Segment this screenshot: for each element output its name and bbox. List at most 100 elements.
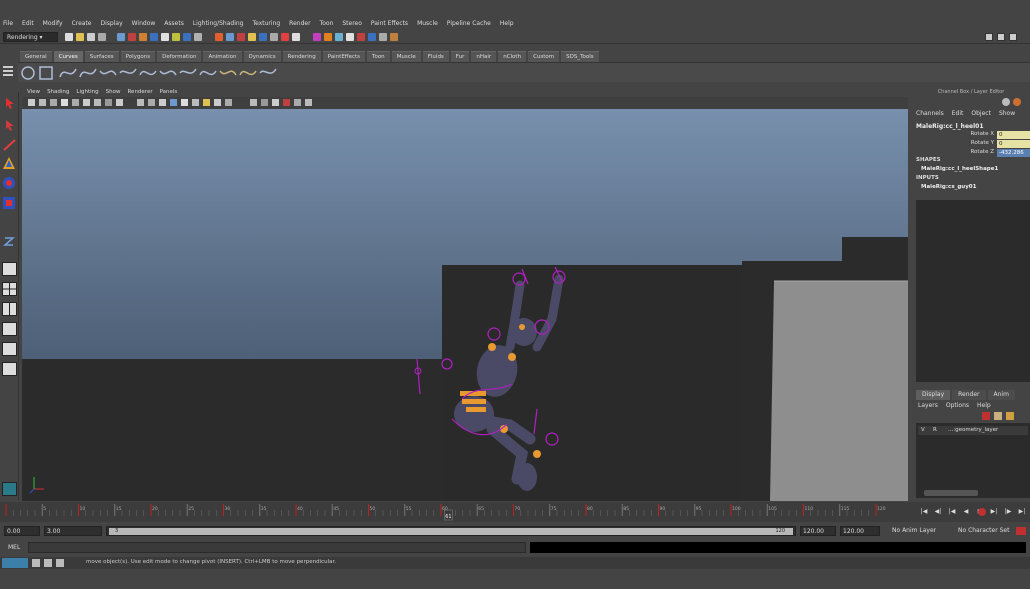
panel-tool-icon[interactable] bbox=[272, 99, 279, 106]
menu-paint-effects[interactable]: Paint Effects bbox=[371, 18, 408, 30]
status-tool-icon[interactable] bbox=[194, 33, 202, 41]
status-tool-icon[interactable] bbox=[292, 33, 300, 41]
layer-menu-options[interactable]: Options bbox=[946, 402, 969, 409]
playback-end-field[interactable]: 120.00 bbox=[800, 526, 836, 536]
attribute-value-field[interactable]: 0 bbox=[997, 140, 1030, 148]
close-icon[interactable] bbox=[56, 559, 64, 567]
channel-box-menu-object[interactable]: Object bbox=[971, 110, 991, 117]
menu-muscle[interactable]: Muscle bbox=[417, 18, 438, 30]
status-tool-icon[interactable] bbox=[150, 33, 158, 41]
shelf-tab-ncloth[interactable]: nCloth bbox=[498, 51, 527, 62]
last-tool-icon[interactable] bbox=[2, 234, 17, 248]
layout-graph-icon[interactable] bbox=[2, 342, 17, 356]
layer-options-icon[interactable] bbox=[1006, 412, 1014, 420]
status-tool-icon[interactable] bbox=[215, 33, 223, 41]
menu-modify[interactable]: Modify bbox=[43, 18, 63, 30]
menu-texturing[interactable]: Texturing bbox=[252, 18, 280, 30]
status-tool-icon[interactable] bbox=[346, 33, 354, 41]
start-time-field[interactable]: 0.00 bbox=[4, 526, 40, 536]
panel-tool-icon[interactable] bbox=[283, 99, 290, 106]
layer-tab-render[interactable]: Render bbox=[952, 390, 986, 400]
channel-box-menu-show[interactable]: Show bbox=[999, 110, 1015, 117]
layout-hypershade-icon[interactable] bbox=[2, 362, 17, 376]
menu-help[interactable]: Help bbox=[500, 18, 514, 30]
step-forward-frame-icon[interactable]: ▶| bbox=[988, 507, 1000, 517]
play-backward-icon[interactable]: ◀ bbox=[960, 507, 972, 517]
range-slider-bar[interactable]: 3 120 bbox=[109, 528, 793, 535]
panel-menu-show[interactable]: Show bbox=[106, 87, 121, 97]
shelf-tab-muscle[interactable]: Muscle bbox=[391, 51, 421, 62]
stop-icon[interactable] bbox=[978, 508, 986, 516]
channel-box-menu-edit[interactable]: Edit bbox=[952, 110, 964, 117]
status-tool-icon[interactable] bbox=[139, 33, 147, 41]
panel-tool-icon[interactable] bbox=[294, 99, 301, 106]
move-tool-icon[interactable] bbox=[2, 156, 17, 170]
panel-tool-icon[interactable] bbox=[305, 99, 312, 106]
layer-tab-anim[interactable]: Anim bbox=[987, 390, 1015, 400]
panel-tool-icon[interactable] bbox=[192, 99, 199, 106]
panel-menu-renderer[interactable]: Renderer bbox=[127, 87, 152, 97]
shelf-tab-painteffects[interactable]: PaintEffects bbox=[322, 51, 366, 62]
layer-visibility-toggle[interactable]: V bbox=[921, 426, 925, 435]
panel-menu-panels[interactable]: Panels bbox=[160, 87, 178, 97]
new-layer-selected-icon[interactable] bbox=[994, 412, 1002, 420]
panel-tool-icon[interactable] bbox=[94, 99, 101, 106]
status-tool-icon[interactable] bbox=[117, 33, 125, 41]
status-tool-icon[interactable] bbox=[248, 33, 256, 41]
panel-tool-icon[interactable] bbox=[116, 99, 123, 106]
status-tool-icon[interactable] bbox=[87, 33, 95, 41]
status-tool-icon[interactable] bbox=[259, 33, 267, 41]
shelf-tab-fluids[interactable]: Fluids bbox=[422, 51, 449, 62]
perspective-viewport[interactable] bbox=[22, 109, 908, 501]
range-slider[interactable]: 3 120 bbox=[106, 526, 796, 536]
panel-tool-icon[interactable] bbox=[39, 99, 46, 106]
shelf-tab-general[interactable]: General bbox=[20, 51, 52, 62]
anim-layer-select[interactable]: No Anim Layer bbox=[884, 526, 944, 536]
panel-menu-view[interactable]: View bbox=[27, 87, 40, 97]
menu-display[interactable]: Display bbox=[101, 18, 123, 30]
panel-tool-icon[interactable] bbox=[83, 99, 90, 106]
playback-start-field[interactable]: 3.00 bbox=[44, 526, 102, 536]
layout-outliner-icon[interactable] bbox=[2, 322, 17, 336]
panel-tool-icon[interactable] bbox=[214, 99, 221, 106]
lasso-tool-icon[interactable] bbox=[2, 118, 17, 132]
command-input[interactable] bbox=[28, 542, 526, 553]
status-tool-icon[interactable] bbox=[237, 33, 245, 41]
panel-menu-shading[interactable]: Shading bbox=[47, 87, 69, 97]
status-tool-icon[interactable] bbox=[183, 33, 191, 41]
status-tool-icon[interactable] bbox=[357, 33, 365, 41]
status-tool-icon[interactable] bbox=[65, 33, 73, 41]
status-tool-icon[interactable] bbox=[379, 33, 387, 41]
panel-tool-icon[interactable] bbox=[137, 99, 144, 106]
status-tool-icon[interactable] bbox=[368, 33, 376, 41]
select-tool-icon[interactable] bbox=[2, 96, 17, 110]
character-set-select[interactable]: No Character Set bbox=[952, 526, 1014, 536]
step-back-frame-icon[interactable]: |◀ bbox=[946, 507, 958, 517]
curve-tool-icons[interactable] bbox=[18, 63, 288, 83]
panel-tool-icon[interactable] bbox=[181, 99, 188, 106]
layer-reference-toggle[interactable]: R bbox=[933, 426, 937, 435]
status-tool-icon[interactable] bbox=[161, 33, 169, 41]
menu-render[interactable]: Render bbox=[289, 18, 310, 30]
panel-menu-lighting[interactable]: Lighting bbox=[76, 87, 98, 97]
shelf-tab-sds-tools[interactable]: SDS_Tools bbox=[561, 51, 599, 62]
attribute-value-field[interactable]: 0 bbox=[997, 131, 1030, 139]
status-tool-icon[interactable] bbox=[76, 33, 84, 41]
menu-toon[interactable]: Toon bbox=[320, 18, 334, 30]
menu-edit[interactable]: Edit bbox=[22, 18, 34, 30]
layer-editor-mode-icon[interactable] bbox=[1013, 98, 1021, 106]
go-to-start-icon[interactable]: |◀ bbox=[918, 507, 930, 517]
panel-tool-icon[interactable] bbox=[148, 99, 155, 106]
shelf-tab-rendering[interactable]: Rendering bbox=[282, 51, 321, 62]
status-tool-icon[interactable] bbox=[98, 33, 106, 41]
status-tool-icon[interactable] bbox=[313, 33, 321, 41]
new-layer-icon[interactable] bbox=[982, 412, 990, 420]
shelf-menu-icon[interactable] bbox=[3, 64, 15, 78]
status-tool-icon[interactable] bbox=[226, 33, 234, 41]
shelf-tab-custom[interactable]: Custom bbox=[528, 51, 560, 62]
minimized-window-button[interactable] bbox=[2, 558, 28, 568]
menu-window[interactable]: Window bbox=[132, 18, 156, 30]
auto-key-icon[interactable] bbox=[1016, 527, 1026, 535]
paint-select-tool-icon[interactable] bbox=[2, 138, 17, 152]
toggle-tool-settings-icon[interactable] bbox=[997, 33, 1005, 41]
